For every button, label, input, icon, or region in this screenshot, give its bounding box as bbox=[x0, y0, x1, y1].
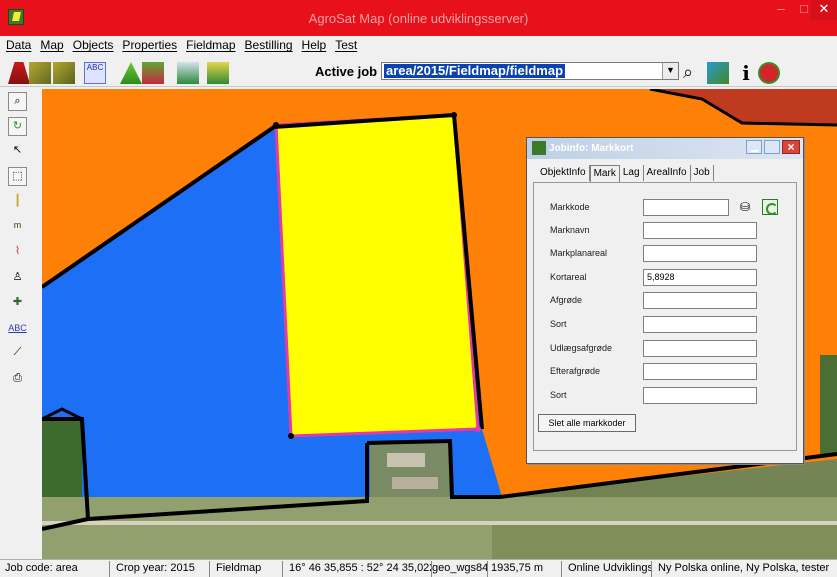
save-field-icon[interactable] bbox=[53, 62, 75, 84]
dialog-title-bar[interactable]: Jobinfo: Markkort × bbox=[527, 138, 803, 159]
add-field-icon[interactable]: ✚ bbox=[8, 294, 27, 313]
field-row-markkode: Markkode ⛁ bbox=[544, 197, 794, 219]
sort-input[interactable] bbox=[643, 316, 757, 333]
menu-help[interactable]: Help bbox=[302, 38, 327, 52]
refresh-icon[interactable]: ↻ bbox=[8, 117, 27, 136]
marknavn-label: Marknavn bbox=[550, 225, 590, 235]
tab-lag[interactable]: Lag bbox=[620, 165, 644, 181]
abc-text-icon[interactable]: ABC bbox=[8, 320, 27, 339]
markplanareal-label: Markplanareal bbox=[550, 248, 608, 258]
select-area-icon[interactable]: ⬚ bbox=[8, 167, 27, 186]
kortareal-label: Kortareal bbox=[550, 272, 587, 282]
toolbox: ⌕ ↻ ↖ ⬚ ┃ m ⌇ ♙ ✚ ABC ⟋ ⎙ bbox=[6, 89, 42, 559]
status-user: Ny Polska online, Ny Polska, tester bbox=[658, 562, 830, 574]
abc-label-icon[interactable]: ABC bbox=[84, 62, 106, 84]
dialog-close-button[interactable]: × bbox=[782, 140, 800, 154]
area-ha-icon[interactable] bbox=[142, 62, 164, 84]
print-icon[interactable]: ⎙ bbox=[8, 370, 27, 389]
binoculars-icon[interactable]: ⛁ bbox=[740, 200, 750, 214]
field-row-sort: Sort bbox=[544, 314, 794, 336]
dialog-title: Jobinfo: Markkort bbox=[549, 143, 634, 154]
afgrode-input[interactable] bbox=[643, 292, 757, 309]
status-crop-year: Crop year: 2015 bbox=[113, 561, 210, 577]
toolbar: ABC Active job area/2015/Fieldmap/fieldm… bbox=[0, 54, 837, 87]
kortareal-input[interactable]: 5,8928 bbox=[643, 269, 757, 286]
status-coordinates: 16° 46 35,855 : 52° 24 35,022 bbox=[286, 561, 432, 577]
window-title: AgroSat Map (online udviklingsserver) bbox=[308, 11, 529, 26]
chevron-down-icon[interactable]: ▼ bbox=[662, 63, 678, 79]
field-row-marknavn: Marknavn bbox=[544, 220, 794, 242]
status-mode: Fieldmap bbox=[213, 561, 283, 577]
afgrode-label: Afgrøde bbox=[550, 295, 583, 305]
active-job-value: area/2015/Fieldmap/fieldmap bbox=[384, 63, 566, 78]
status-server: Online Udviklingsserver bbox=[565, 561, 652, 577]
status-bar: Job code: area Crop year: 2015 Fieldmap … bbox=[0, 559, 837, 577]
farm-icon[interactable] bbox=[177, 62, 199, 84]
split-line-icon[interactable]: ⟋ bbox=[8, 344, 27, 363]
refresh-icon[interactable] bbox=[762, 199, 778, 215]
tab-arealinfo[interactable]: ArealInfo bbox=[644, 165, 691, 181]
menu-bar: Data Map Objects Properties Fieldmap Bes… bbox=[0, 36, 837, 54]
field-row-kortareal: Kortareal 5,8928 bbox=[544, 267, 794, 289]
marknavn-input[interactable] bbox=[643, 222, 757, 239]
pointer-icon[interactable]: ↖ bbox=[8, 142, 27, 161]
menu-map[interactable]: Map bbox=[40, 38, 63, 52]
person-icon[interactable]: ♙ bbox=[8, 269, 27, 288]
title-bar: AgroSat Map (online udviklingsserver) ‒ … bbox=[0, 0, 837, 36]
sort-2-input[interactable] bbox=[643, 387, 757, 404]
open-field-icon[interactable] bbox=[29, 62, 51, 84]
close-button[interactable]: ✕ bbox=[811, 0, 837, 20]
menu-properties[interactable]: Properties bbox=[122, 38, 177, 52]
delete-markkoder-button[interactable]: Slet alle markkoder bbox=[538, 414, 636, 432]
efterafgrode-label: Efterafgrøde bbox=[550, 366, 601, 376]
zoom-icon[interactable]: ⌕ bbox=[8, 92, 27, 111]
markkode-label: Markkode bbox=[550, 202, 590, 212]
job-tool-icon[interactable] bbox=[8, 62, 30, 84]
exit-icon[interactable] bbox=[758, 62, 780, 84]
minimize-button[interactable]: ‒ bbox=[768, 0, 794, 20]
layers-icon[interactable] bbox=[707, 62, 729, 84]
menu-test[interactable]: Test bbox=[335, 38, 357, 52]
menu-bestilling[interactable]: Bestilling bbox=[245, 38, 293, 52]
sort-label: Sort bbox=[550, 319, 567, 329]
menu-objects[interactable]: Objects bbox=[73, 38, 114, 52]
pin-icon[interactable]: ┃ bbox=[8, 193, 27, 212]
field-row-sort-2: Sort bbox=[544, 385, 794, 407]
jobinfo-dialog: Jobinfo: Markkort × ObjektInfo Mark Lag … bbox=[526, 137, 804, 464]
menu-data[interactable]: Data bbox=[6, 38, 31, 52]
search-icon[interactable]: ⌕ bbox=[683, 62, 705, 84]
status-job-code: Job code: area bbox=[2, 561, 110, 577]
crop-icon[interactable] bbox=[120, 62, 142, 84]
tab-objektinfo[interactable]: ObjektInfo bbox=[537, 165, 590, 181]
sort-2-label: Sort bbox=[550, 390, 567, 400]
markkode-input[interactable] bbox=[643, 199, 729, 216]
ruler-icon[interactable]: m bbox=[8, 217, 27, 236]
active-job-select[interactable]: area/2015/Fieldmap/fieldmap ▼ bbox=[381, 62, 679, 80]
tab-mark[interactable]: Mark bbox=[589, 165, 620, 183]
udlaegsafgrode-input[interactable] bbox=[643, 340, 757, 357]
field-row-udlaegsafgrode: Udlægsafgrøde bbox=[544, 338, 794, 360]
markplanareal-input[interactable] bbox=[643, 245, 757, 262]
dialog-minimize-button[interactable] bbox=[746, 140, 762, 154]
dialog-app-icon bbox=[532, 141, 546, 155]
status-distance: 1935,75 m bbox=[488, 561, 562, 577]
tractor-icon[interactable] bbox=[207, 62, 229, 84]
field-row-markplanareal: Markplanareal bbox=[544, 243, 794, 265]
mark-panel: Markkode ⛁ Marknavn Markplanareal Kortar… bbox=[533, 182, 797, 451]
menu-fieldmap[interactable]: Fieldmap bbox=[186, 38, 235, 52]
dialog-maximize-button[interactable] bbox=[764, 140, 780, 154]
dialog-tabs: ObjektInfo Mark Lag ArealInfo Job bbox=[537, 165, 714, 183]
info-icon[interactable]: i bbox=[735, 62, 757, 84]
efterafgrode-input[interactable] bbox=[643, 363, 757, 380]
field-row-afgrode: Afgrøde bbox=[544, 290, 794, 312]
tab-job[interactable]: Job bbox=[691, 165, 714, 181]
udlaegsafgrode-label: Udlægsafgrøde bbox=[550, 343, 613, 353]
field-row-efterafgrode: Efterafgrøde bbox=[544, 361, 794, 383]
active-job-label: Active job bbox=[315, 64, 378, 79]
status-projection: geo_wgs84 bbox=[429, 561, 488, 577]
edit-polygon-icon[interactable]: ⌇ bbox=[8, 243, 27, 262]
